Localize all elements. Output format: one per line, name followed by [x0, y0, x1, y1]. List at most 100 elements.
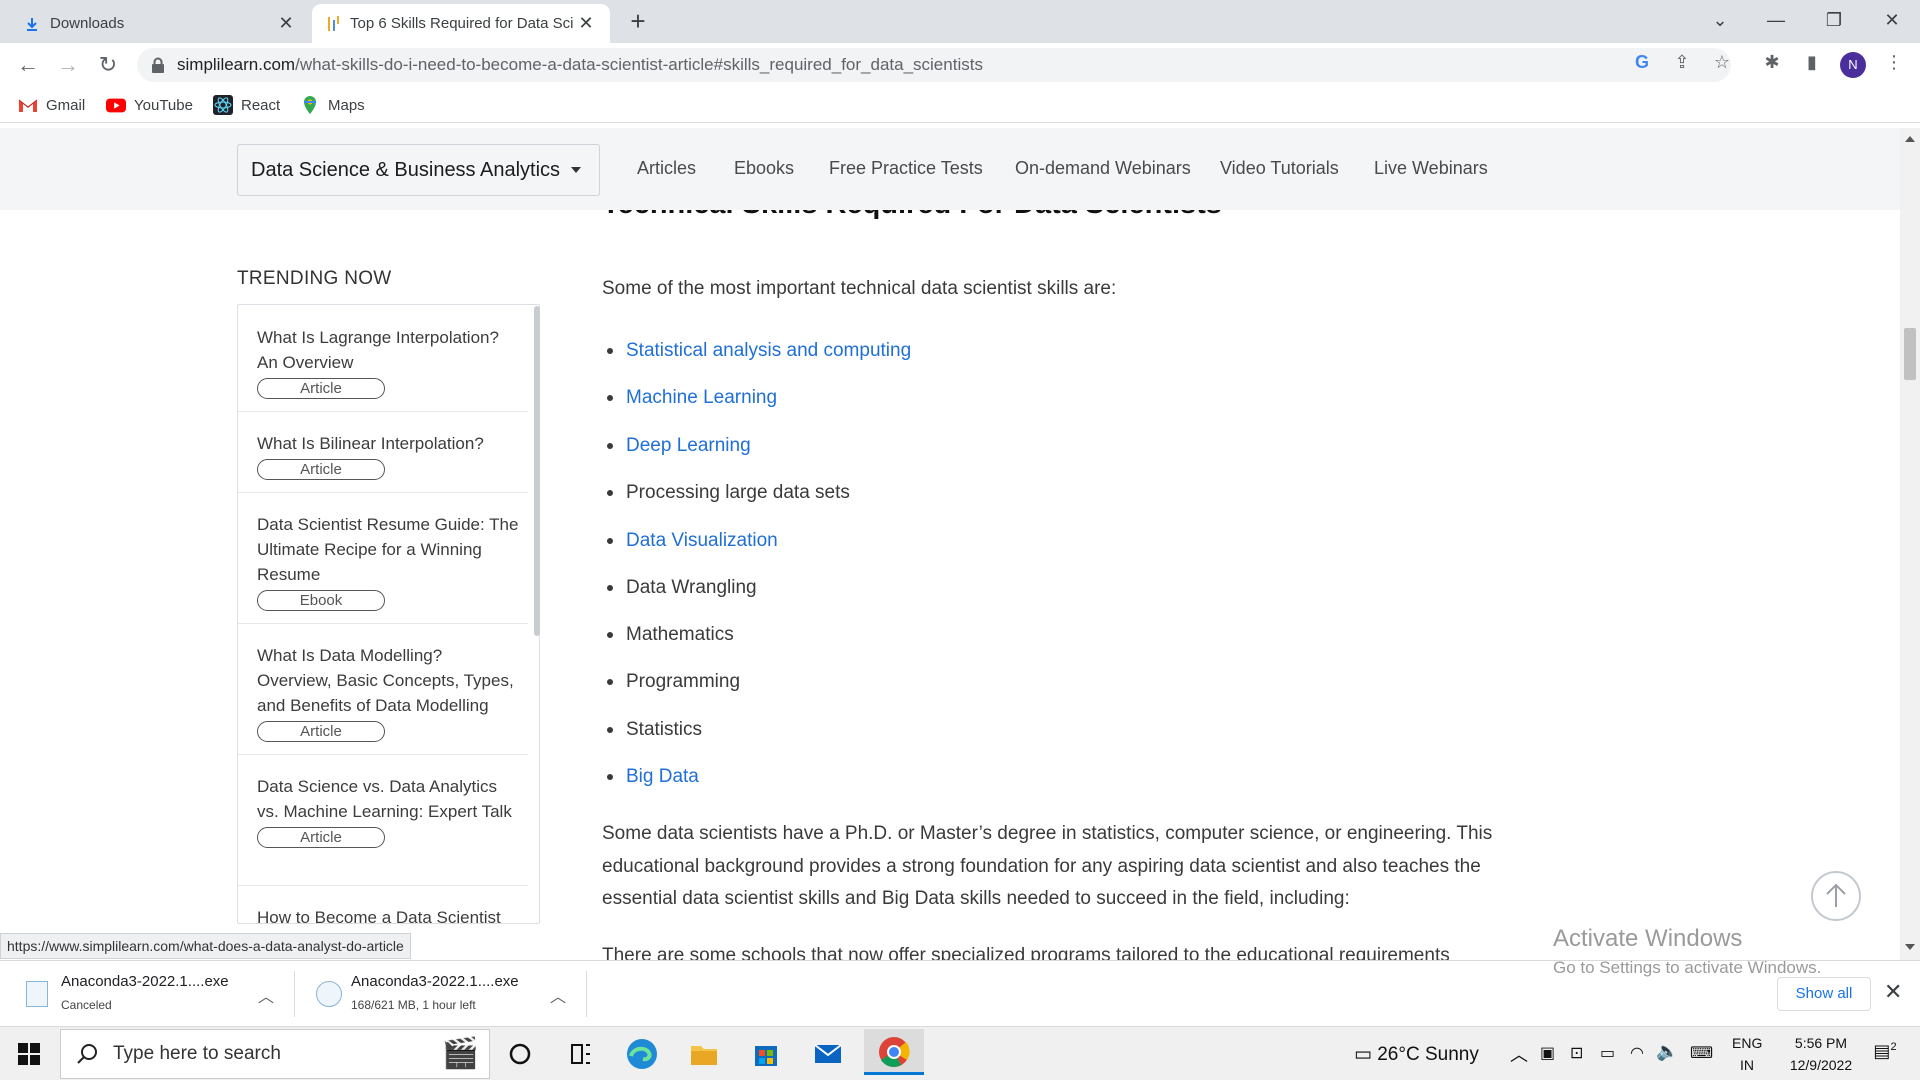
download-item[interactable]: Anaconda3-2022.1....exe Canceled ︿ [26, 969, 276, 1021]
tab-search-icon[interactable]: ⌄ [1690, 0, 1750, 40]
chevron-up-icon[interactable]: ︿ [258, 983, 274, 1007]
volume-icon[interactable]: 🔈 [1656, 1041, 1678, 1062]
google-icon[interactable]: G [1631, 51, 1653, 73]
chevron-up-icon[interactable]: ︿ [550, 983, 566, 1007]
trending-item-title[interactable]: What Is Lagrange Interpolation? An Overv… [257, 325, 519, 375]
bookmark-react[interactable]: React [213, 95, 280, 115]
trending-item-title[interactable]: Data Science vs. Data Analytics vs. Mach… [257, 774, 519, 824]
file-explorer-icon[interactable] [684, 1034, 724, 1074]
tray-network-app-icon[interactable]: ⊡ [1570, 1043, 1583, 1063]
skill-list-item[interactable]: Deep Learning [607, 435, 751, 457]
extensions-icon[interactable]: ✱ [1761, 51, 1783, 73]
mail-icon[interactable] [808, 1034, 848, 1074]
trending-item[interactable]: How to Become a Data Scientist [238, 886, 528, 923]
widgets-icon[interactable] [560, 1034, 600, 1074]
tray-app-icon[interactable]: ▣ [1540, 1043, 1555, 1063]
close-icon[interactable]: ✕ [1884, 979, 1902, 1005]
tab-downloads[interactable]: Downloads ✕ [10, 4, 310, 43]
trending-item-title[interactable]: How to Become a Data Scientist [257, 905, 519, 923]
address-bar[interactable]: simplilearn.com/what-skills-do-i-need-to… [137, 48, 1731, 82]
bullet [607, 538, 613, 544]
new-tab-button[interactable]: + [622, 6, 654, 38]
chevron-up-icon[interactable]: ︿ [1510, 1041, 1528, 1067]
skill-link[interactable]: Big Data [626, 766, 699, 788]
reload-icon[interactable]: ↻ [92, 49, 124, 81]
skill-list-item[interactable]: Statistical analysis and computing [607, 340, 911, 362]
weather-widget[interactable]: ▭ 26°C Sunny [1354, 1043, 1479, 1066]
trending-item[interactable]: Data Scientist Resume Guide: The Ultimat… [238, 493, 528, 624]
restore-button[interactable]: ❐ [1804, 0, 1864, 40]
edge-icon[interactable] [622, 1034, 662, 1074]
task-view-icon[interactable] [500, 1034, 540, 1074]
skill-link[interactable]: Deep Learning [626, 435, 751, 457]
download-status: Canceled [61, 998, 112, 1012]
trending-item[interactable]: Data Science vs. Data Analytics vs. Mach… [238, 755, 528, 886]
taskbar-search[interactable]: Type here to search 🎬 [60, 1029, 490, 1079]
category-dropdown[interactable]: Data Science & Business Analytics [237, 144, 600, 196]
close-window-button[interactable]: ✕ [1862, 0, 1920, 40]
subnav-link-practice-tests[interactable]: Free Practice Tests [829, 158, 983, 179]
skill-link[interactable]: Machine Learning [626, 387, 777, 409]
react-icon [213, 95, 233, 115]
subnav-link-ebooks[interactable]: Ebooks [734, 158, 794, 179]
subnav-link-live-webinars[interactable]: Live Webinars [1374, 158, 1488, 179]
back-icon[interactable]: ← [12, 49, 44, 81]
youtube-icon [106, 96, 126, 114]
show-all-button[interactable]: Show all [1777, 977, 1871, 1011]
battery-icon[interactable]: ▭ [1600, 1043, 1615, 1063]
skill-list-item: Processing large data sets [607, 482, 850, 504]
wifi-icon[interactable]: ◠ [1630, 1043, 1644, 1063]
download-item[interactable]: Anaconda3-2022.1....exe 168/621 MB, 1 ho… [316, 969, 576, 1021]
store-icon[interactable] [746, 1034, 786, 1074]
bookmark-maps[interactable]: Maps [300, 95, 365, 115]
subnav-link-articles[interactable]: Articles [637, 158, 696, 179]
windows-start-icon[interactable] [18, 1043, 40, 1065]
notification-center-icon[interactable]: ▤2 [1870, 1041, 1900, 1062]
trending-item-title[interactable]: Data Scientist Resume Guide: The Ultimat… [257, 512, 519, 587]
skill-text: Statistics [626, 719, 703, 740]
skill-link[interactable]: Data Visualization [626, 530, 778, 552]
skill-text: Mathematics [626, 624, 734, 645]
bullet [607, 727, 613, 733]
scroll-down-arrow-icon[interactable] [1905, 944, 1915, 950]
skill-list-item[interactable]: Big Data [607, 766, 699, 788]
bookmark-star-icon[interactable]: ☆ [1711, 51, 1733, 73]
trending-item[interactable]: What Is Lagrange Interpolation? An Overv… [238, 305, 528, 412]
profile-avatar[interactable]: N [1840, 52, 1866, 78]
close-tab-icon[interactable]: ✕ [276, 13, 296, 34]
bookmark-youtube[interactable]: YouTube [106, 95, 193, 115]
scrollbar-thumb[interactable] [1904, 328, 1916, 380]
scroll-to-top-button[interactable] [1811, 871, 1861, 921]
trending-item[interactable]: What Is Bilinear Interpolation? Article [238, 412, 528, 493]
skill-list-item: Statistics [607, 719, 702, 741]
subnav-link-video-tutorials[interactable]: Video Tutorials [1220, 158, 1339, 179]
keyboard-icon[interactable]: ⌨ [1690, 1043, 1713, 1063]
skill-list-item: Programming [607, 671, 740, 693]
trending-scrollbar[interactable] [534, 306, 540, 636]
trending-item-badge: Ebook [257, 590, 385, 611]
tab-article[interactable]: Top 6 Skills Required for Data Sci ✕ [312, 4, 610, 43]
clock[interactable]: 5:56 PM 12/9/2022 [1776, 1035, 1866, 1073]
minimize-button[interactable]: — [1746, 0, 1806, 40]
menu-kebab-icon[interactable]: ⋮ [1883, 51, 1905, 73]
close-tab-icon[interactable]: ✕ [576, 13, 596, 34]
chrome-taskbar-icon[interactable] [864, 1029, 924, 1075]
skill-list-item[interactable]: Machine Learning [607, 387, 777, 409]
share-icon[interactable]: ⇪ [1671, 51, 1693, 73]
skill-list-item[interactable]: Data Visualization [607, 530, 778, 552]
bookmark-gmail[interactable]: Gmail [18, 95, 85, 115]
side-panel-icon[interactable]: ▮ [1801, 51, 1823, 73]
time: 5:56 PM [1794, 1035, 1848, 1051]
divider [586, 971, 587, 1017]
trending-item[interactable]: What Is Data Modelling? Overview, Basic … [238, 624, 528, 755]
scroll-up-arrow-icon[interactable] [1905, 136, 1915, 142]
language-indicator[interactable]: ENG IN [1732, 1035, 1762, 1073]
trending-item-title[interactable]: What Is Bilinear Interpolation? [257, 431, 519, 456]
subnav-link-webinars[interactable]: On-demand Webinars [1015, 158, 1191, 179]
forward-icon[interactable]: → [52, 49, 84, 81]
skill-link[interactable]: Statistical analysis and computing [626, 340, 911, 362]
skill-text: Data Wrangling [626, 577, 757, 598]
web-page: Data Science & Business Analytics Articl… [0, 128, 1900, 960]
trending-item-title[interactable]: What Is Data Modelling? Overview, Basic … [257, 643, 519, 718]
page-scrollbar[interactable] [1900, 128, 1920, 960]
